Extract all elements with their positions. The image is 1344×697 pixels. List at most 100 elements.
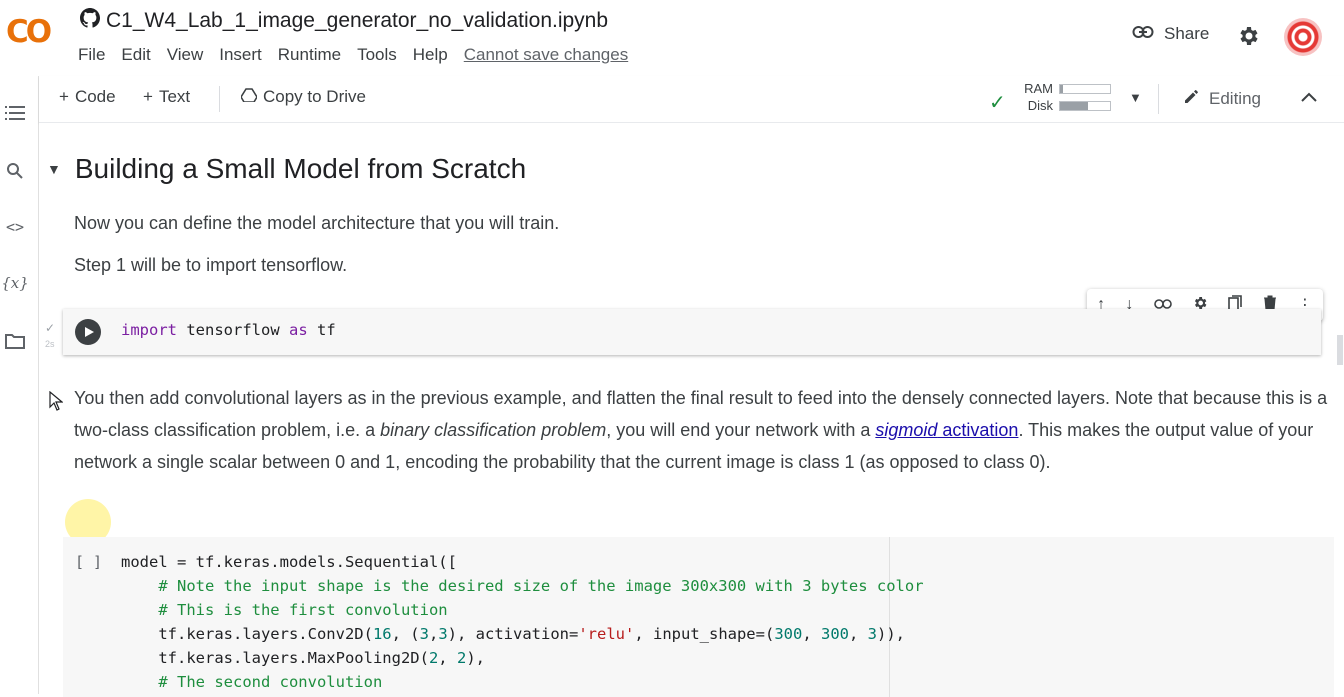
text-paragraph: Now you can define the model architectur…: [74, 213, 560, 233]
menu-file[interactable]: File: [78, 45, 105, 65]
code-cell[interactable]: [ ] model = tf.keras.models.Sequential([…: [63, 537, 1334, 697]
execution-time: 2s: [45, 339, 55, 349]
github-icon: [80, 8, 101, 34]
copy-to-drive-button[interactable]: Copy to Drive: [240, 87, 366, 107]
link-emphasis: sigmoid: [875, 420, 938, 440]
code-token: ), activation=: [447, 625, 579, 643]
code-token: , input_shape=(: [634, 625, 775, 643]
text-run: , you will end your network with a: [606, 420, 876, 440]
notebook-content: ▼ Building a Small Model from Scratch No…: [39, 123, 1344, 697]
menu-edit[interactable]: Edit: [121, 45, 150, 65]
code-token: ,: [848, 625, 868, 643]
disk-label: Disk: [1027, 98, 1053, 113]
execution-count-bracket[interactable]: [ ]: [75, 553, 102, 571]
code-token: tf: [307, 321, 336, 339]
search-icon[interactable]: [4, 160, 26, 182]
collapse-section-icon[interactable]: ▼: [47, 161, 61, 177]
code-token: 'relu': [578, 625, 635, 643]
code-token: 2: [428, 649, 439, 667]
link-icon: [1132, 24, 1154, 44]
ram-usage-bar: [1059, 83, 1111, 94]
scrollbar-thumb[interactable]: [1337, 335, 1343, 365]
section-heading: ▼ Building a Small Model from Scratch: [47, 153, 526, 185]
emphasis-text: binary classification problem: [380, 420, 607, 440]
code-token: 300: [820, 625, 849, 643]
code-line: import tensorflow as tf: [121, 321, 336, 339]
runtime-dropdown-icon[interactable]: ▼: [1129, 90, 1142, 105]
code-line: model = tf.keras.models.Sequential([: [121, 553, 457, 571]
plus-icon: +: [143, 87, 153, 106]
notebook-toolbar: + Code + Text Copy to Drive ✓ RAM Disk ▼…: [39, 76, 1344, 123]
code-token: 3: [419, 625, 429, 643]
code-token: import: [121, 321, 177, 339]
pencil-icon: [1183, 87, 1201, 110]
code-token: ),: [466, 649, 485, 667]
code-line: tf.keras.layers.MaxPooling2D(2, 2),: [121, 649, 485, 667]
code-token: as: [288, 321, 308, 339]
add-code-button[interactable]: + Code: [59, 87, 116, 107]
code-line: tf.keras.layers.Conv2D(16, (3,3), activa…: [121, 625, 905, 643]
colab-logo[interactable]: CO: [6, 14, 52, 50]
collapse-header-icon[interactable]: [1301, 86, 1317, 107]
code-token: )),: [877, 625, 905, 643]
line-length-ruler: [889, 537, 890, 697]
code-token: 300: [774, 625, 803, 643]
section-title: Building a Small Model from Scratch: [74, 153, 527, 184]
plus-icon: +: [59, 87, 69, 106]
code-token: 3: [438, 625, 448, 643]
code-token: tensorflow: [177, 321, 289, 339]
add-text-label: Text: [158, 87, 191, 106]
menu-view[interactable]: View: [167, 45, 204, 65]
settings-gear-icon[interactable]: [1236, 24, 1260, 53]
add-text-button[interactable]: + Text: [143, 87, 190, 107]
disk-usage-bar: [1059, 100, 1111, 111]
code-token: 3: [867, 625, 877, 643]
code-token: tf.keras.layers.MaxPooling2D(: [121, 649, 429, 667]
notebook-title-row: C1_W4_Lab_1_image_generator_no_validatio…: [80, 8, 608, 34]
code-token: ,: [802, 625, 821, 643]
menu-tools[interactable]: Tools: [357, 45, 397, 65]
execution-check-icon: ✓: [45, 321, 56, 335]
code-token: ,: [438, 649, 457, 667]
code-line: # This is the first convolution: [121, 601, 448, 619]
menu-runtime[interactable]: Runtime: [278, 45, 341, 65]
table-of-contents-icon[interactable]: [4, 102, 26, 124]
connected-check-icon: ✓: [989, 92, 1006, 114]
account-avatar[interactable]: [1284, 18, 1322, 56]
editing-mode-button[interactable]: Editing: [1183, 87, 1261, 110]
save-status-link[interactable]: Cannot save changes: [464, 45, 628, 65]
code-cell[interactable]: import tensorflow as tf: [63, 309, 1321, 355]
menu-help[interactable]: Help: [413, 45, 448, 65]
text-paragraph: You then add convolutional layers as in …: [74, 382, 1336, 478]
run-cell-button[interactable]: [75, 319, 101, 345]
resource-monitor[interactable]: ✓ RAM Disk: [989, 80, 1111, 114]
share-label: Share: [1164, 24, 1210, 43]
code-token: 2: [456, 649, 467, 667]
editing-label: Editing: [1209, 88, 1261, 108]
code-line: # Note the input shape is the desired si…: [121, 577, 924, 595]
toolbar-divider: [219, 86, 220, 112]
link-text: activation: [937, 420, 1019, 440]
code-line: # The second convolution: [121, 673, 383, 691]
left-sidebar: <> {x}: [0, 76, 39, 694]
code-token: , (: [391, 625, 420, 643]
ram-label: RAM: [1024, 81, 1053, 96]
code-snippets-icon[interactable]: <>: [4, 216, 26, 238]
code-token: ,: [428, 625, 439, 643]
share-button[interactable]: Share: [1132, 24, 1209, 44]
drive-icon: [240, 87, 258, 107]
folder-icon[interactable]: [4, 330, 26, 352]
menu-insert[interactable]: Insert: [219, 45, 262, 65]
notebook-title[interactable]: C1_W4_Lab_1_image_generator_no_validatio…: [106, 9, 608, 33]
text-paragraph: Step 1 will be to import tensorflow.: [74, 255, 348, 275]
sigmoid-activation-link[interactable]: sigmoid activation: [875, 420, 1018, 440]
menu-bar: File Edit View Insert Runtime Tools Help…: [78, 45, 628, 65]
mouse-pointer-icon: [49, 390, 64, 416]
toolbar-divider: [1158, 84, 1159, 114]
code-token: tf.keras.layers.Conv2D(: [121, 625, 373, 643]
copy-to-drive-label: Copy to Drive: [263, 87, 366, 106]
add-code-label: Code: [74, 87, 116, 106]
variables-icon[interactable]: {x}: [1, 272, 29, 294]
code-token: 16: [372, 625, 392, 643]
app-header: CO C1_W4_Lab_1_image_generator_no_valida…: [0, 0, 1344, 76]
